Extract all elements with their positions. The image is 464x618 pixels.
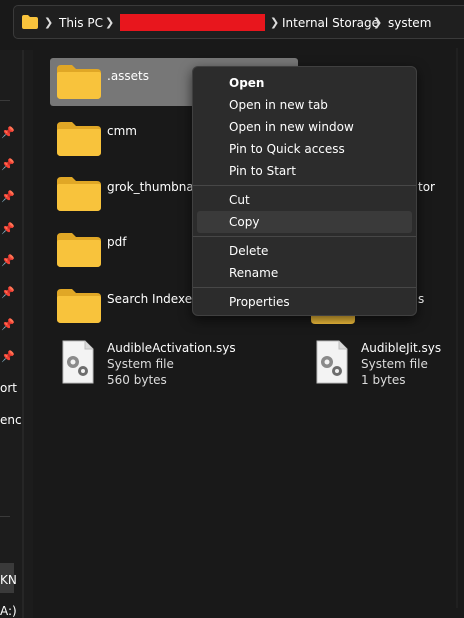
menu-item-label: Cut bbox=[229, 193, 250, 207]
menu-item-label: Rename bbox=[229, 266, 279, 280]
menu-separator bbox=[193, 185, 416, 186]
pin-icon[interactable]: 📌 bbox=[1, 350, 15, 363]
menu-item-properties[interactable]: Properties bbox=[197, 291, 412, 313]
nav-scrollbar[interactable] bbox=[22, 50, 24, 618]
chevron-right-icon[interactable]: ❯ bbox=[373, 16, 382, 29]
breadcrumb-internal-storage[interactable]: Internal Storage bbox=[282, 16, 379, 30]
menu-item-copy[interactable]: Copy bbox=[197, 211, 412, 233]
folder-icon bbox=[22, 15, 38, 29]
folder-icon bbox=[57, 122, 101, 156]
pin-icon[interactable]: 📌 bbox=[1, 222, 15, 235]
file-type: System file bbox=[107, 357, 174, 371]
menu-item-label: Open bbox=[229, 76, 265, 90]
pin-icon[interactable]: 📌 bbox=[1, 158, 15, 171]
menu-item-label: Pin to Quick access bbox=[229, 142, 345, 156]
address-bar[interactable]: ❯ This PC ❯ ❯ Internal Storage ❯ system bbox=[13, 5, 464, 39]
folder-icon bbox=[57, 177, 101, 211]
system-file-icon bbox=[62, 340, 94, 384]
chevron-right-icon[interactable]: ❯ bbox=[270, 16, 279, 29]
nav-item-partial[interactable]: enc bbox=[0, 413, 22, 427]
file-name: .assets bbox=[107, 69, 150, 83]
nav-item-partial[interactable]: KN bbox=[0, 573, 17, 587]
menu-item-label: Open in new tab bbox=[229, 98, 328, 112]
menu-item-pin-to-start[interactable]: Pin to Start bbox=[197, 160, 412, 182]
chevron-right-icon[interactable]: ❯ bbox=[44, 16, 53, 29]
file-name-partial: s bbox=[418, 292, 425, 306]
folder-icon bbox=[57, 289, 101, 323]
file-name: pdf bbox=[107, 235, 127, 249]
file-name-partial: tor bbox=[418, 180, 435, 194]
menu-item-open[interactable]: Open bbox=[197, 72, 412, 94]
pin-icon[interactable]: 📌 bbox=[1, 126, 15, 139]
file-size: 560 bytes bbox=[107, 373, 167, 387]
menu-item-rename[interactable]: Rename bbox=[197, 262, 412, 284]
nav-item-partial[interactable]: A:) bbox=[0, 604, 17, 618]
pin-icon[interactable]: 📌 bbox=[1, 254, 15, 267]
menu-separator bbox=[193, 287, 416, 288]
file-type: System file bbox=[361, 357, 428, 371]
redacted-segment bbox=[120, 14, 265, 31]
file-name: AudibleJit.sys bbox=[361, 341, 442, 355]
menu-item-open-new-window[interactable]: Open in new window bbox=[197, 116, 412, 138]
context-menu: Open Open in new tab Open in new window … bbox=[192, 66, 417, 316]
menu-item-label: Pin to Start bbox=[229, 164, 296, 178]
menu-item-label: Open in new window bbox=[229, 120, 354, 134]
menu-item-cut[interactable]: Cut bbox=[197, 189, 412, 211]
breadcrumb-system[interactable]: system bbox=[388, 16, 431, 30]
menu-item-pin-quick-access[interactable]: Pin to Quick access bbox=[197, 138, 412, 160]
nav-divider bbox=[0, 516, 10, 517]
file-name: cmm bbox=[107, 124, 137, 138]
menu-separator bbox=[193, 236, 416, 237]
system-file-icon bbox=[316, 340, 348, 384]
menu-item-label: Copy bbox=[229, 215, 260, 229]
folder-icon bbox=[57, 233, 101, 267]
pin-icon[interactable]: 📌 bbox=[1, 190, 15, 203]
chevron-right-icon[interactable]: ❯ bbox=[105, 16, 114, 29]
pin-icon[interactable]: 📌 bbox=[1, 318, 15, 331]
nav-divider bbox=[0, 100, 10, 101]
menu-item-delete[interactable]: Delete bbox=[197, 240, 412, 262]
navigation-pane: 📌 📌 📌 📌 📌 📌 📌 📌 ort enc KN A:) bbox=[0, 50, 33, 618]
menu-item-label: Properties bbox=[229, 295, 290, 309]
nav-item-partial[interactable]: ort bbox=[0, 381, 17, 395]
pin-icon[interactable]: 📌 bbox=[1, 286, 15, 299]
file-size: 1 bytes bbox=[361, 373, 406, 387]
folder-icon bbox=[57, 65, 101, 99]
menu-item-label: Delete bbox=[229, 244, 269, 258]
menu-item-open-new-tab[interactable]: Open in new tab bbox=[197, 94, 412, 116]
content-scrollbar[interactable] bbox=[456, 48, 458, 608]
file-name: Search Indexes bbox=[107, 292, 199, 306]
file-name: AudibleActivation.sys bbox=[107, 341, 236, 355]
breadcrumb-this-pc[interactable]: This PC bbox=[59, 16, 103, 30]
